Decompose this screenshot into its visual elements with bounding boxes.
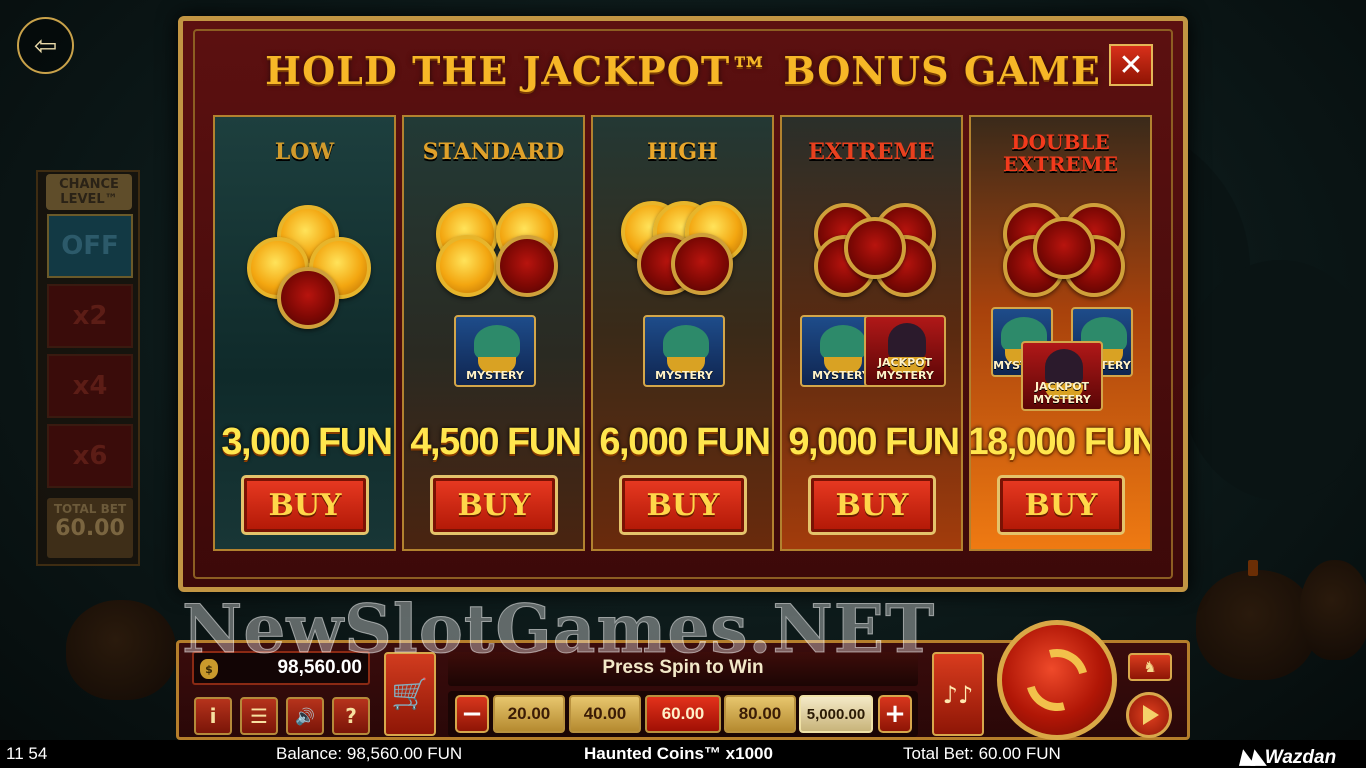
card-name: HIGH [647,139,718,165]
bonus-card-high: HIGH MYSTERY 6,000 FUN BUY [591,115,774,551]
close-button[interactable]: ✕ [1109,44,1153,86]
bet-option-max[interactable]: 5,000.00 [799,695,873,733]
card-price: 6,000 FUN [599,421,771,463]
mystery-symbol-icon: MYSTERY [643,315,725,387]
bonus-card-double-extreme: DOUBLE EXTREME MYSTERY MYSTERY JACKPOT M… [969,115,1152,551]
jackpot-mystery-symbol-icon: JACKPOT MYSTERY [1021,341,1103,411]
status-total-bet: Total Bet: 60.00 FUN [903,744,1061,763]
bet-option[interactable]: 20.00 [493,695,565,733]
play-icon [1143,705,1159,725]
cash-infinity-coin-icon [671,233,733,295]
exit-icon: ⇦ [33,29,58,62]
cash-infinity-coin-icon [1033,217,1095,279]
bet-increase-button[interactable]: + [878,695,912,733]
bg-pumpkin [66,600,176,700]
cash-infinity-coin-icon [496,235,558,297]
card-price: 3,000 FUN [221,421,393,463]
clock: 11 54 [6,744,48,763]
cash-infinity-coin-icon [277,267,339,329]
chili-icon: ♪♪ [942,679,974,709]
bonus-card-low: LOW 3,000 FUN BUY [213,115,396,551]
chance-level-title: CHANCE LEVEL™ [46,174,132,210]
bet-option[interactable]: 80.00 [724,695,796,733]
buy-button-high[interactable]: BUY [619,475,747,535]
chance-option-x6[interactable]: x6 [47,424,133,488]
buy-button-standard[interactable]: BUY [430,475,558,535]
game-title: Haunted Coins™ x1000 [584,744,773,763]
info-icon: i [209,704,217,728]
chance-option-x4[interactable]: x4 [47,354,133,418]
card-name: DOUBLE EXTREME [1003,130,1118,176]
bg-pumpkin [1196,560,1316,680]
bg-pumpkin [1300,560,1366,660]
card-price: 18,000 FUN [969,421,1152,463]
bet-decrease-button[interactable]: − [455,695,489,733]
gold-coin-icon [436,235,498,297]
card-name: EXTREME [808,139,935,165]
card-price: 4,500 FUN [410,421,582,463]
watermark: NewSlotGames.NET [182,590,936,669]
buy-button-extreme[interactable]: BUY [808,475,936,535]
sound-icon: 🔊 [295,706,315,726]
bet-option[interactable]: 40.00 [569,695,641,733]
sound-button[interactable]: 🔊 [286,697,324,735]
cash-infinity-coin-icon [844,217,906,279]
menu-button[interactable]: ☰ [240,697,278,735]
chance-option-off[interactable]: OFF [47,214,133,278]
info-button[interactable]: i [194,697,232,735]
chance-total-bet: TOTAL BET 60.00 [47,498,133,558]
jackpot-mystery-symbol-icon: JACKPOT MYSTERY [864,315,946,387]
wazdan-logo: ◣◣ Wazdan [1240,746,1337,768]
buy-button-double-extreme[interactable]: BUY [997,475,1125,535]
chance-level-panel: CHANCE LEVEL™ OFF x2 x4 x6 TOTAL BET 60.… [36,170,140,566]
help-icon: ? [345,704,357,728]
status-bar: 11 54 Balance: 98,560.00 FUN Haunted Coi… [0,740,1366,768]
help-button[interactable]: ? [332,697,370,735]
close-icon: ✕ [1118,47,1144,83]
chance-option-x2[interactable]: x2 [47,284,133,348]
card-name: STANDARD [422,139,565,165]
exit-button[interactable]: ⇦ [17,17,74,74]
menu-icon: ☰ [250,704,268,728]
status-balance: Balance: 98,560.00 FUN [276,744,463,763]
total-bet-value: 60.00 [55,516,125,541]
modal-title: HOLD THE JACKPOT™ BONUS GAME [265,48,1101,93]
bonus-card-standard: STANDARD MYSTERY 4,500 FUN BUY [402,115,585,551]
autoplay-button[interactable] [1126,692,1172,738]
bonus-card-extreme: EXTREME MYSTERY JACKPOT MYSTERY 9,000 FU… [780,115,963,551]
total-bet-label: TOTAL BET [53,502,127,516]
card-name: LOW [274,139,335,165]
bet-option-selected[interactable]: 60.00 [645,695,721,733]
game-screen: ⇦ CHANCE LEVEL™ OFF x2 x4 x6 TOTAL BET 6… [0,0,1366,768]
bg-tree [1180,260,1366,500]
mystery-symbol-icon: MYSTERY [454,315,536,387]
cart-icon: 🛒 [391,676,429,712]
card-price: 9,000 FUN [788,421,960,463]
buy-button-low[interactable]: BUY [241,475,369,535]
